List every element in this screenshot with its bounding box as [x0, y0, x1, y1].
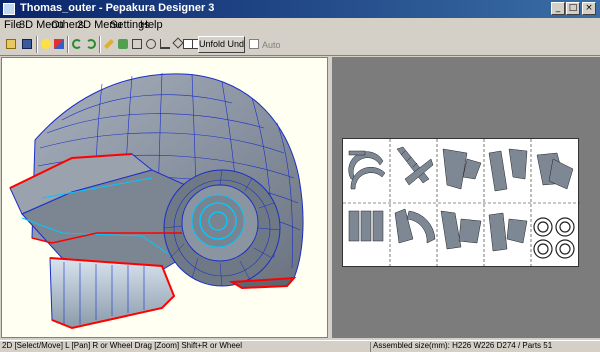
toolbar: Unfold Undo Auto [0, 33, 600, 56]
pencil-icon [104, 39, 114, 49]
status-hint: 2D [Select/Move] L [Pan] R or Wheel Drag… [2, 341, 243, 350]
window-title: Thomas_outer - Pepakura Designer 3 [20, 2, 215, 14]
folder-icon [6, 39, 16, 49]
maximize-button[interactable]: □ [566, 2, 580, 15]
auto-label: Auto [262, 40, 281, 50]
menu-help[interactable]: Help [140, 19, 163, 31]
helmet-3d-model [9, 72, 304, 330]
open-button[interactable] [3, 36, 20, 53]
rotate-icon [146, 39, 156, 49]
2d-view-pane[interactable] [332, 57, 600, 338]
paper-sheet [342, 138, 580, 268]
lightbulb-icon [41, 39, 51, 49]
disk-icon [22, 39, 32, 49]
close-button[interactable]: × [582, 2, 596, 15]
color-button[interactable] [51, 36, 68, 53]
redo-icon [86, 39, 96, 49]
unfolded-parts [343, 139, 580, 268]
unfold-undo-button[interactable]: Unfold Undo [198, 36, 245, 53]
paint-icon [118, 39, 128, 49]
minimize-button[interactable]: _ [551, 2, 565, 15]
app-icon [3, 3, 15, 15]
status-bar: 2D [Select/Move] L [Pan] R or Wheel Drag… [0, 340, 600, 352]
save-button[interactable] [19, 36, 36, 53]
undo-icon [72, 39, 82, 49]
3d-view-pane[interactable] [1, 57, 328, 338]
menu-bar: File 3D Menu Others 2D Menu Settings Hel… [0, 18, 600, 33]
redo-button[interactable] [83, 36, 100, 53]
join-icon [132, 39, 142, 49]
status-assembled-size: Assembled size(mm): H226 W226 D274 / Par… [373, 341, 553, 350]
auto-checkbox[interactable]: Auto [249, 39, 281, 50]
title-bar: Thomas_outer - Pepakura Designer 3 _ □ × [0, 0, 600, 18]
anchor-icon [160, 39, 170, 49]
color-cube-icon [54, 39, 64, 49]
